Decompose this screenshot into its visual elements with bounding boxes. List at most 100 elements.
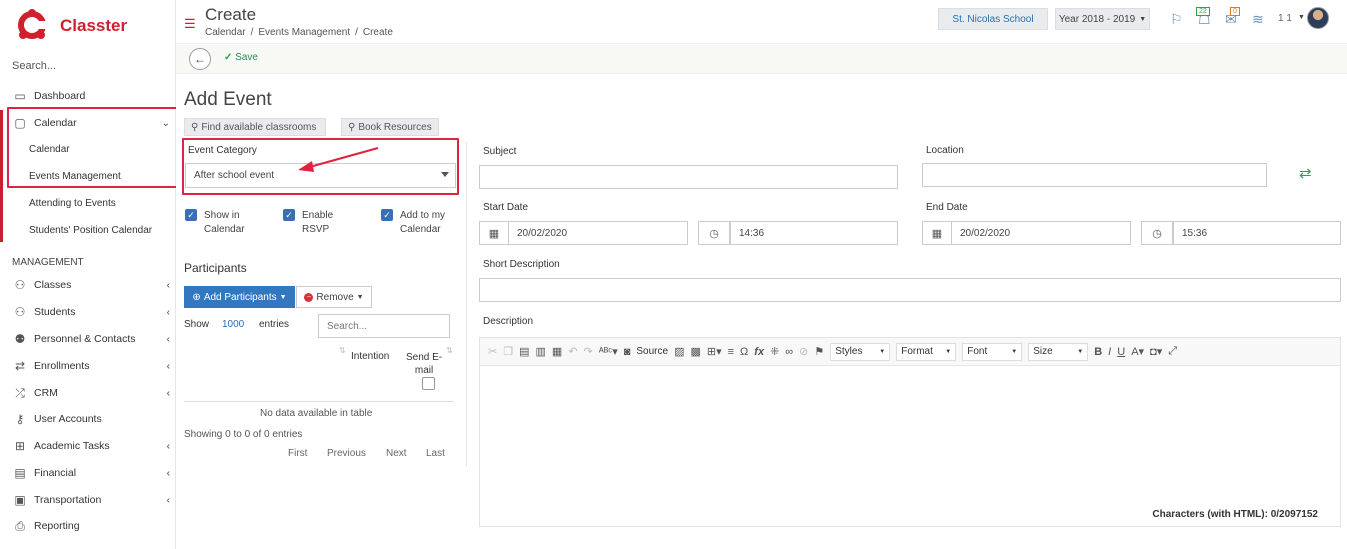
school-selector[interactable]: St. Nicolas School — [938, 8, 1048, 30]
source-button[interactable]: Source — [636, 346, 668, 357]
sidebar-item-user-accounts[interactable]: ⚷ User Accounts — [0, 408, 176, 430]
iframe-icon[interactable]: ⁜ — [770, 345, 779, 358]
paste-text-icon[interactable]: ▥ — [536, 345, 546, 358]
avatar[interactable] — [1307, 7, 1329, 29]
unlink-icon[interactable]: ⊘ — [799, 345, 808, 358]
pager-last[interactable]: Last — [426, 448, 445, 459]
bold-icon[interactable]: B — [1094, 346, 1102, 358]
classter-logo-icon[interactable] — [17, 9, 47, 41]
pager-first[interactable]: First — [288, 448, 307, 459]
caret-down-icon: ▼ — [1011, 348, 1018, 355]
sidebar-subitem-attending[interactable]: Attending to Events — [29, 198, 116, 209]
user-label[interactable]: 1 1 — [1278, 13, 1292, 24]
redo-icon[interactable]: ↷ — [584, 345, 593, 358]
calendar-icon[interactable]: ▦ — [922, 221, 952, 245]
sidebar-item-personnel[interactable]: ⚉ Personnel & Contacts ‹ — [0, 328, 176, 350]
remove-button[interactable]: − Remove ▼ — [296, 286, 372, 308]
save-label: Save — [235, 52, 258, 63]
format-combo[interactable]: Format ▼ — [896, 342, 957, 361]
format-label: Format — [901, 346, 933, 357]
paste-icon[interactable]: ▤ — [519, 345, 529, 358]
sidebar-subitem-position-calendar[interactable]: Students' Position Calendar — [29, 225, 152, 236]
short-description-input[interactable] — [479, 278, 1341, 302]
clock-icon[interactable]: ◷ — [698, 221, 730, 245]
sidebar-item-classes[interactable]: ⚇ Classes ‹ — [0, 274, 176, 296]
clock-icon[interactable]: ◷ — [1141, 221, 1173, 245]
sidebar-item-crm[interactable]: ⤮ CRM ‹ — [0, 382, 176, 404]
subject-input[interactable] — [479, 165, 898, 189]
show-in-calendar-checkbox[interactable]: ✓ — [185, 209, 197, 221]
styles-label: Styles — [835, 346, 863, 357]
sidebar-item-academic-tasks[interactable]: ⊞ Academic Tasks ‹ — [0, 435, 176, 457]
find-classrooms-button[interactable]: ⚲ Find available classrooms — [184, 118, 326, 136]
anchor-flag-icon[interactable]: ⚑ — [814, 345, 824, 358]
start-date-input[interactable]: 20/02/2020 — [508, 221, 688, 245]
caret-down-icon[interactable]: ▼ — [1298, 14, 1305, 21]
link-icon[interactable]: ∞ — [785, 346, 793, 358]
omega-icon[interactable]: Ω — [740, 346, 748, 358]
source-icon[interactable]: ◙ — [624, 346, 631, 358]
pager-next[interactable]: Next — [386, 448, 407, 459]
back-button[interactable]: ← — [189, 48, 211, 70]
table-icon[interactable]: ⊞▾ — [707, 345, 722, 358]
paste-word-icon[interactable]: ▦ — [552, 345, 562, 358]
cut-icon[interactable]: ✂ — [488, 345, 497, 358]
undo-icon[interactable]: ↶ — [568, 345, 577, 358]
breadcrumb-calendar[interactable]: Calendar — [205, 27, 246, 38]
formula-icon[interactable]: fx — [754, 346, 764, 358]
participants-search-input[interactable]: Search... — [318, 314, 450, 338]
sidebar-search[interactable]: Search... — [12, 60, 56, 72]
messages-badge: 22 — [1196, 7, 1210, 16]
size-combo[interactable]: Size ▼ — [1028, 342, 1089, 361]
enable-rsvp-checkbox[interactable]: ✓ — [283, 209, 295, 221]
font-combo[interactable]: Font ▼ — [962, 342, 1023, 361]
text-color-icon[interactable]: A▾ — [1131, 345, 1144, 358]
end-time-input[interactable]: 15:36 — [1173, 221, 1341, 245]
swap-arrows-icon[interactable]: ⇄ — [1299, 164, 1312, 182]
calendar-icon[interactable]: ▦ — [479, 221, 509, 245]
participants-table-header: ⇅ Intention Send E- mail ⇅ — [184, 344, 454, 402]
sidebar-item-financial[interactable]: ▤ Financial ‹ — [0, 462, 176, 484]
button-label: Find available classrooms — [201, 121, 317, 133]
search-icon: ⚲ — [348, 121, 356, 133]
copy-icon[interactable]: ❐ — [503, 345, 513, 358]
chevron-left-icon: ‹ — [166, 467, 170, 479]
hamburger-menu-icon[interactable]: ☰ — [184, 16, 196, 32]
sort-icon[interactable]: ⇅ — [446, 346, 453, 355]
image2-icon[interactable]: ▩ — [690, 345, 700, 358]
flag-icon[interactable]: ⚐ — [1170, 11, 1183, 28]
sidebar-item-label: CRM — [34, 387, 58, 399]
sidebar-item-reporting[interactable]: ⎙ Reporting — [0, 515, 176, 537]
sidebar-item-label: Reporting — [34, 520, 80, 532]
location-input[interactable] — [922, 163, 1267, 187]
add-to-my-calendar-checkbox[interactable]: ✓ — [381, 209, 393, 221]
page-length-select[interactable]: 1000 — [222, 319, 244, 330]
col-intention[interactable]: Intention — [351, 351, 389, 362]
underline-icon[interactable]: U — [1117, 346, 1125, 358]
sidebar-item-enrollments[interactable]: ⇄ Enrollments ‹ — [0, 355, 176, 377]
button-label: Remove — [316, 291, 354, 303]
layers-icon[interactable]: ≋ — [1252, 11, 1264, 28]
add-participants-button[interactable]: ⊕ Add Participants ▼ — [184, 286, 295, 308]
sidebar-item-dashboard[interactable]: ▭ Dashboard — [0, 85, 176, 107]
image-icon[interactable]: ▨ — [674, 345, 684, 358]
spellcheck-icon[interactable]: ᴬᴮᶜ▾ — [599, 345, 618, 358]
pager-previous[interactable]: Previous — [327, 448, 366, 459]
save-button[interactable]: ✓ Save — [224, 52, 258, 63]
select-all-email-checkbox[interactable] — [422, 377, 435, 390]
breadcrumb-events-management[interactable]: Events Management — [258, 27, 350, 38]
sort-icon[interactable]: ⇅ — [339, 346, 346, 355]
horizontal-rule-icon[interactable]: ≡ — [728, 346, 734, 358]
app-name[interactable]: Classter — [60, 16, 127, 36]
italic-icon[interactable]: I — [1108, 346, 1111, 358]
sidebar-item-students[interactable]: ⚇ Students ‹ — [0, 301, 176, 323]
start-time-input[interactable]: 14:36 — [730, 221, 898, 245]
book-resources-button[interactable]: ⚲ Book Resources — [341, 118, 439, 136]
bg-color-icon[interactable]: ◘▾ — [1150, 345, 1162, 358]
styles-combo[interactable]: Styles ▼ — [830, 342, 891, 361]
col-send-email[interactable]: Send E- mail — [406, 351, 442, 377]
year-selector[interactable]: Year 2018 - 2019 ▼ — [1055, 8, 1150, 30]
sidebar-item-transportation[interactable]: ▣ Transportation ‹ — [0, 489, 176, 511]
maximize-icon[interactable]: ⤢ — [1168, 345, 1177, 358]
end-date-input[interactable]: 20/02/2020 — [951, 221, 1131, 245]
